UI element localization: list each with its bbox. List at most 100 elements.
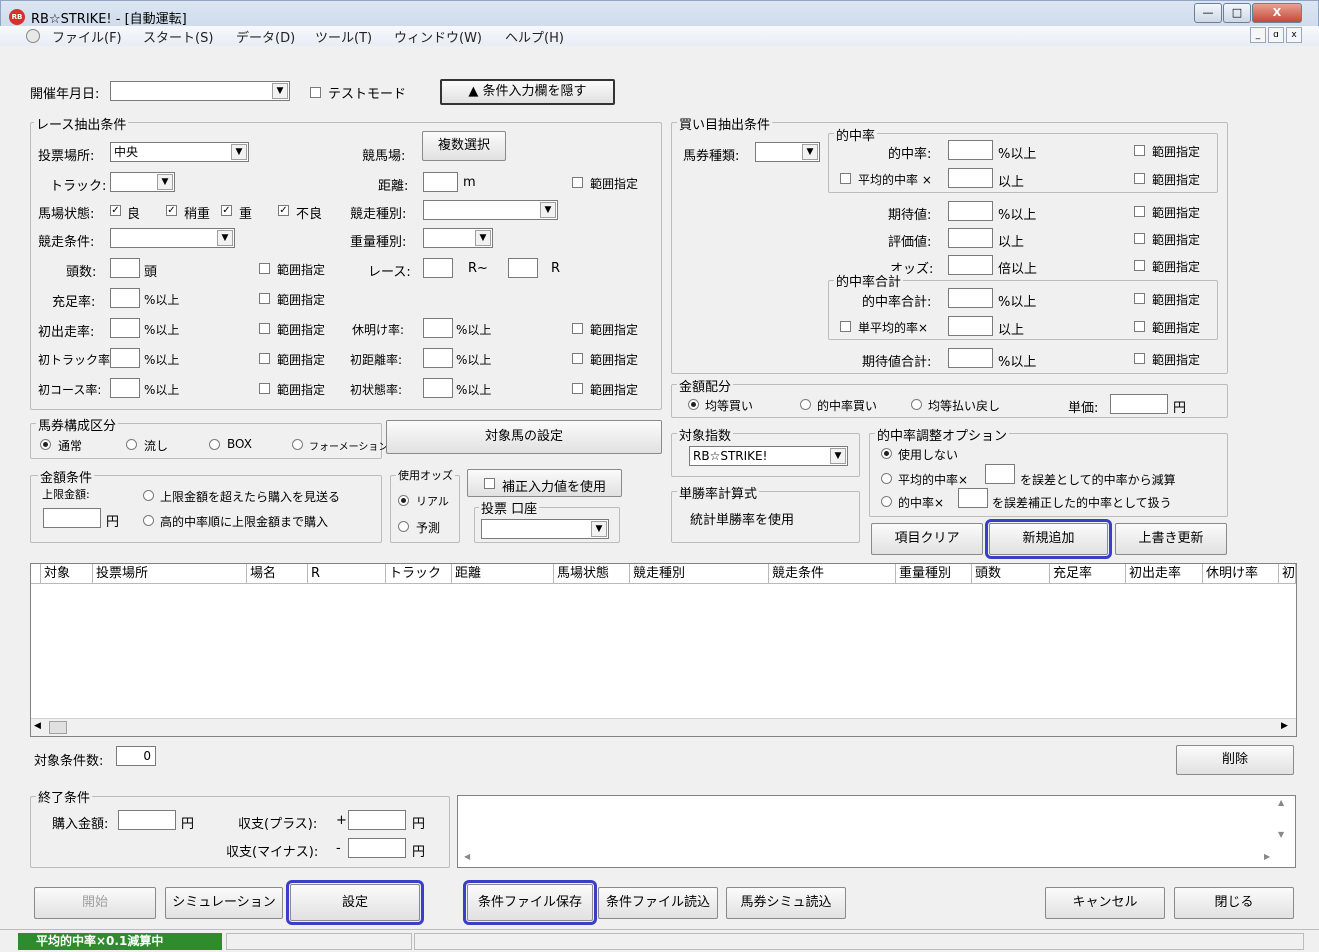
rest-rate-input[interactable] xyxy=(423,318,453,338)
ticket-type-select[interactable]: ▼ xyxy=(755,142,820,162)
weight-type-select[interactable]: ▼ xyxy=(423,228,493,248)
conditions-table[interactable]: 対象 投票場所 場名 R トラック 距離 馬場状態 競走種別 競走条件 重量種別… xyxy=(30,563,1297,737)
track-select[interactable]: ▼ xyxy=(110,172,175,192)
race-from-input[interactable] xyxy=(423,258,453,278)
account-select[interactable]: ▼ xyxy=(481,519,609,539)
menu-help[interactable]: ヘルプ(H) xyxy=(505,27,564,46)
ground-slightly-heavy-checkbox[interactable]: ✓ xyxy=(166,205,177,216)
limit-input[interactable] xyxy=(43,508,101,528)
index-select[interactable]: RB☆STRIKE! ▼ xyxy=(689,446,848,466)
distance-input[interactable] xyxy=(423,172,458,192)
scroll-right-icon[interactable]: ▶ xyxy=(1264,852,1270,861)
adjust-none-radio[interactable] xyxy=(881,448,892,459)
column-header[interactable]: 重量種別 xyxy=(896,564,972,584)
hide-conditions-button[interactable]: ▲ 条件入力欄を隠す xyxy=(440,79,615,105)
column-header[interactable]: R xyxy=(308,564,386,584)
column-header[interactable]: 充足率 xyxy=(1050,564,1126,584)
menu-file[interactable]: ファイル(F) xyxy=(52,27,122,46)
adjust-subtract-input[interactable] xyxy=(985,464,1015,484)
race-condition-select[interactable]: ▼ xyxy=(110,228,235,248)
menu-tools[interactable]: ツール(T) xyxy=(315,27,372,46)
first-run-range-checkbox[interactable] xyxy=(259,323,270,334)
ground-heavy-checkbox[interactable]: ✓ xyxy=(221,205,232,216)
overwrite-button[interactable]: 上書き更新 xyxy=(1115,523,1227,555)
odds-input[interactable] xyxy=(948,255,993,275)
correction-checkbox[interactable] xyxy=(484,478,495,489)
column-header[interactable]: トラック xyxy=(386,564,452,584)
first-distance-input[interactable] xyxy=(423,348,453,368)
fill-rate-range-checkbox[interactable] xyxy=(259,293,270,304)
column-header[interactable]: 初 xyxy=(1279,564,1296,584)
bet-formation-radio[interactable] xyxy=(292,439,303,450)
horizontal-scrollbar[interactable]: ◀ ▶ xyxy=(31,718,1296,736)
hit-sum-input[interactable] xyxy=(948,288,993,308)
fill-rate-input[interactable] xyxy=(110,288,140,308)
column-header[interactable]: 初出走率 xyxy=(1126,564,1203,584)
scroll-thumb[interactable] xyxy=(49,721,67,734)
purchase-input[interactable] xyxy=(118,810,176,830)
alloc-payout-radio[interactable] xyxy=(911,399,922,410)
close-button[interactable]: X xyxy=(1252,3,1302,23)
clear-items-button[interactable]: 項目クリア xyxy=(871,523,983,555)
adjust-correct-radio[interactable] xyxy=(881,496,892,507)
load-bet-sim-button[interactable]: 馬券シミュ読込 xyxy=(726,887,846,919)
column-header[interactable]: 頭数 xyxy=(972,564,1050,584)
first-ground-range-checkbox[interactable] xyxy=(572,383,583,394)
adjust-correct-input[interactable] xyxy=(958,488,988,508)
evaluation-range-checkbox[interactable] xyxy=(1134,233,1145,244)
single-avg-checkbox[interactable] xyxy=(840,321,851,332)
adjust-subtract-radio[interactable] xyxy=(881,473,892,484)
bet-box-radio[interactable] xyxy=(209,439,220,450)
expected-range-checkbox[interactable] xyxy=(1134,206,1145,217)
odds-forecast-radio[interactable] xyxy=(398,521,409,532)
mdi-minimize-button[interactable]: _ xyxy=(1250,27,1266,43)
plus-input[interactable] xyxy=(348,810,406,830)
scroll-left-icon[interactable]: ◀ xyxy=(464,852,470,861)
menu-window[interactable]: ウィンドウ(W) xyxy=(394,27,482,46)
single-avg-input[interactable] xyxy=(948,316,993,336)
maximize-button[interactable]: □ xyxy=(1223,3,1251,23)
first-track-range-checkbox[interactable] xyxy=(259,353,270,364)
ground-bad-checkbox[interactable]: ✓ xyxy=(278,205,289,216)
save-conditions-button[interactable]: 条件ファイル保存 xyxy=(463,880,597,925)
hit-rate-input[interactable] xyxy=(948,140,993,160)
odds-range-checkbox[interactable] xyxy=(1134,260,1145,271)
start-button[interactable]: 開始 xyxy=(34,887,156,919)
first-run-input[interactable] xyxy=(110,318,140,338)
system-menu-icon[interactable] xyxy=(26,29,40,43)
evaluation-input[interactable] xyxy=(948,228,993,248)
avg-hit-range-checkbox[interactable] xyxy=(1134,173,1145,184)
menu-data[interactable]: データ(D) xyxy=(236,27,295,46)
first-ground-input[interactable] xyxy=(423,378,453,398)
multi-select-button[interactable]: 複数選択 xyxy=(422,131,506,161)
mdi-close-button[interactable]: x xyxy=(1286,27,1302,43)
heads-input[interactable] xyxy=(110,258,140,278)
expected-sum-input[interactable] xyxy=(948,348,993,368)
minimize-button[interactable]: — xyxy=(1194,3,1222,23)
column-header[interactable]: 場名 xyxy=(247,564,308,584)
target-horses-button[interactable]: 対象馬の設定 xyxy=(386,420,662,454)
bet-flow-radio[interactable] xyxy=(126,439,137,450)
cancel-button[interactable]: キャンセル xyxy=(1045,887,1165,919)
hit-rate-range-checkbox[interactable] xyxy=(1134,145,1145,156)
column-header[interactable]: 距離 xyxy=(452,564,554,584)
simulation-button[interactable]: シミュレーション xyxy=(165,887,283,919)
unit-price-input[interactable] xyxy=(1110,394,1168,414)
rest-rate-range-checkbox[interactable] xyxy=(572,323,583,334)
race-type-select[interactable]: ▼ xyxy=(423,200,558,220)
close-dialog-button[interactable]: 閉じる xyxy=(1174,887,1294,919)
venue-select[interactable]: 中央 ▼ xyxy=(110,142,249,162)
bet-normal-radio[interactable] xyxy=(40,439,51,450)
expected-input[interactable] xyxy=(948,201,993,221)
avg-hit-checkbox[interactable] xyxy=(840,173,851,184)
correction-toggle[interactable]: 補正入力値を使用 xyxy=(467,469,622,497)
heads-range-checkbox[interactable] xyxy=(259,263,270,274)
column-header[interactable]: 競走条件 xyxy=(769,564,896,584)
buy-to-limit-radio[interactable] xyxy=(143,515,154,526)
test-mode-checkbox[interactable] xyxy=(310,87,321,98)
first-course-input[interactable] xyxy=(110,378,140,398)
scroll-up-icon[interactable]: ▲ xyxy=(1278,798,1284,807)
first-course-range-checkbox[interactable] xyxy=(259,383,270,394)
scroll-down-icon[interactable]: ▼ xyxy=(1278,830,1284,839)
load-conditions-button[interactable]: 条件ファイル読込 xyxy=(598,887,718,919)
